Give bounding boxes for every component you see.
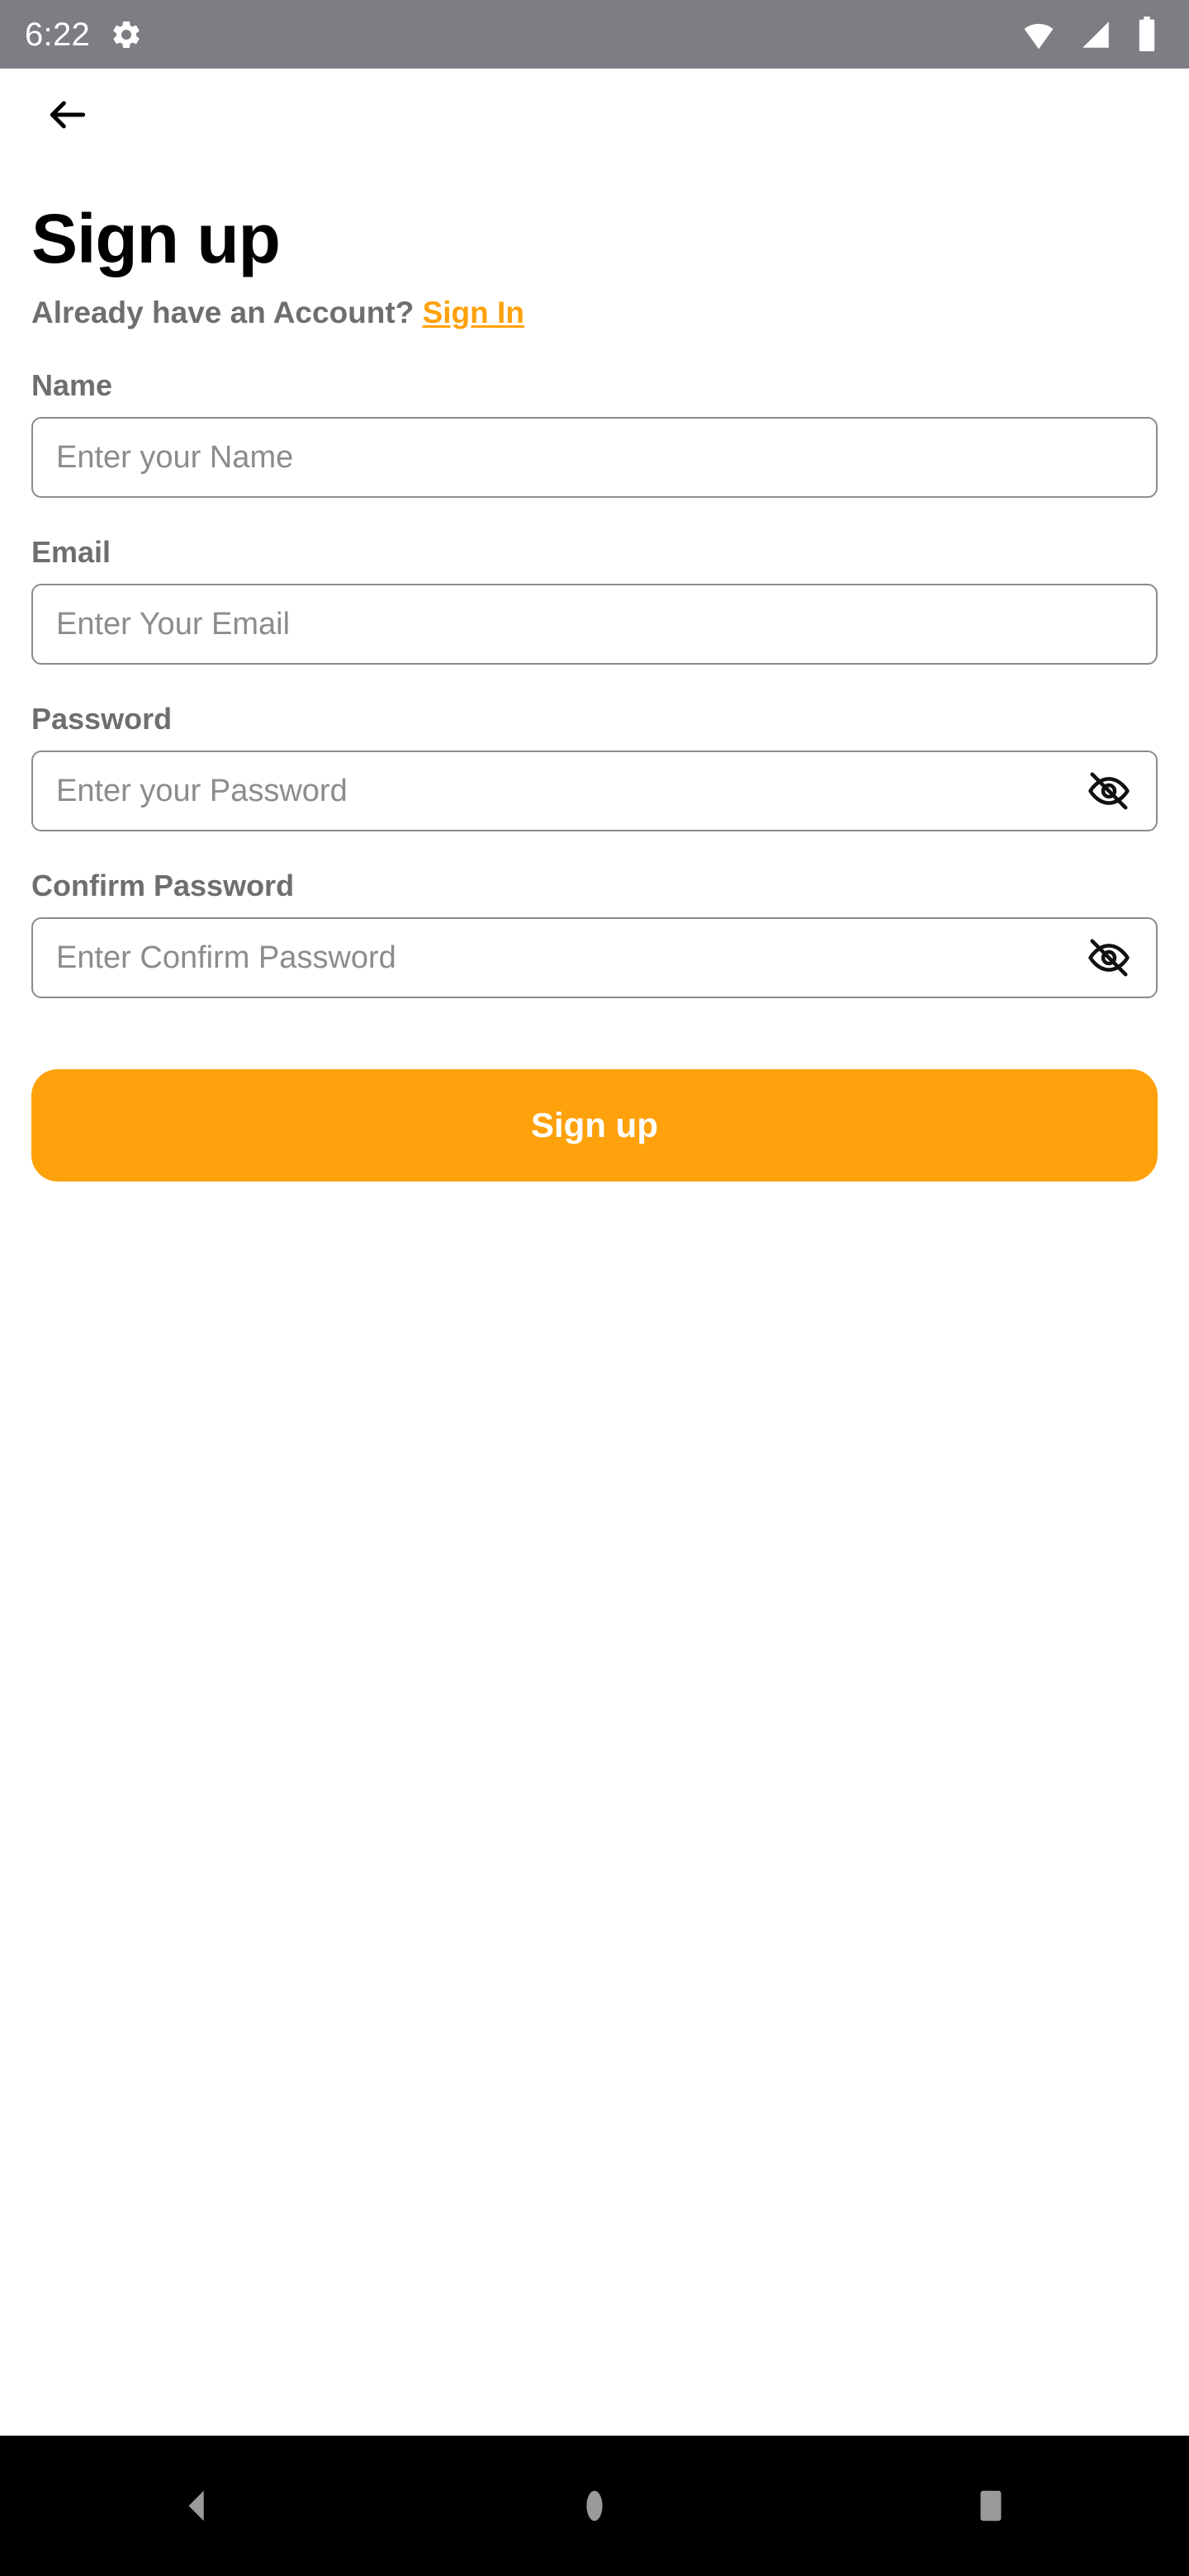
field-label-password: Password (31, 702, 173, 736)
password-input[interactable] (33, 752, 1156, 830)
field-label-name: Name (31, 368, 113, 402)
status-bar-clock: 6:22 (25, 16, 91, 53)
sign-in-link[interactable]: Sign In (423, 296, 524, 329)
battery-icon (1135, 16, 1159, 53)
field-label-email: Email (31, 535, 111, 569)
password-input-wrap[interactable] (31, 751, 1158, 831)
phone-screen: 6:22 Sign up Already have an Account? Si… (0, 0, 1189, 2576)
wifi-icon (1021, 17, 1057, 53)
confirm-password-input-wrap[interactable] (31, 917, 1158, 998)
signin-prompt: Already have an Account? Sign In (31, 295, 1158, 331)
app-bar (0, 69, 1189, 161)
field-password: Password (31, 703, 1158, 831)
android-nav-bar (0, 2436, 1189, 2576)
page-body: Sign up Already have an Account? Sign In… (0, 201, 1189, 1181)
nav-back-button[interactable] (132, 2456, 264, 2555)
page-title: Sign up (31, 200, 281, 277)
nav-recents-button[interactable] (925, 2456, 1057, 2555)
back-button[interactable] (33, 80, 102, 149)
email-input[interactable] (33, 585, 1156, 663)
status-bar-right (1021, 16, 1159, 53)
field-label-confirm-password: Confirm Password (31, 869, 295, 902)
name-input[interactable] (33, 419, 1156, 496)
name-input-wrap[interactable] (31, 417, 1158, 498)
confirm-password-visibility-toggle[interactable] (1078, 927, 1139, 988)
nav-recents-icon (972, 2487, 1010, 2525)
field-name: Name (31, 369, 1158, 498)
confirm-password-input[interactable] (33, 919, 1156, 997)
eye-off-icon (1087, 769, 1131, 813)
nav-back-icon (179, 2487, 217, 2525)
nav-home-button[interactable] (528, 2456, 661, 2555)
app-content: Sign up Already have an Account? Sign In… (0, 69, 1189, 2436)
status-bar: 6:22 (0, 0, 1189, 69)
field-confirm-password: Confirm Password (31, 869, 1158, 998)
signin-prompt-text: Already have an Account? (31, 296, 423, 329)
cellular-signal-icon (1078, 17, 1113, 52)
eye-off-icon (1087, 935, 1131, 980)
gear-icon (110, 18, 143, 51)
password-visibility-toggle[interactable] (1078, 760, 1139, 822)
arrow-left-icon (45, 92, 91, 138)
sign-up-button[interactable]: Sign up (31, 1069, 1158, 1181)
status-bar-left: 6:22 (25, 18, 143, 51)
field-email: Email (31, 536, 1158, 665)
email-input-wrap[interactable] (31, 584, 1158, 665)
nav-home-icon (576, 2487, 613, 2525)
